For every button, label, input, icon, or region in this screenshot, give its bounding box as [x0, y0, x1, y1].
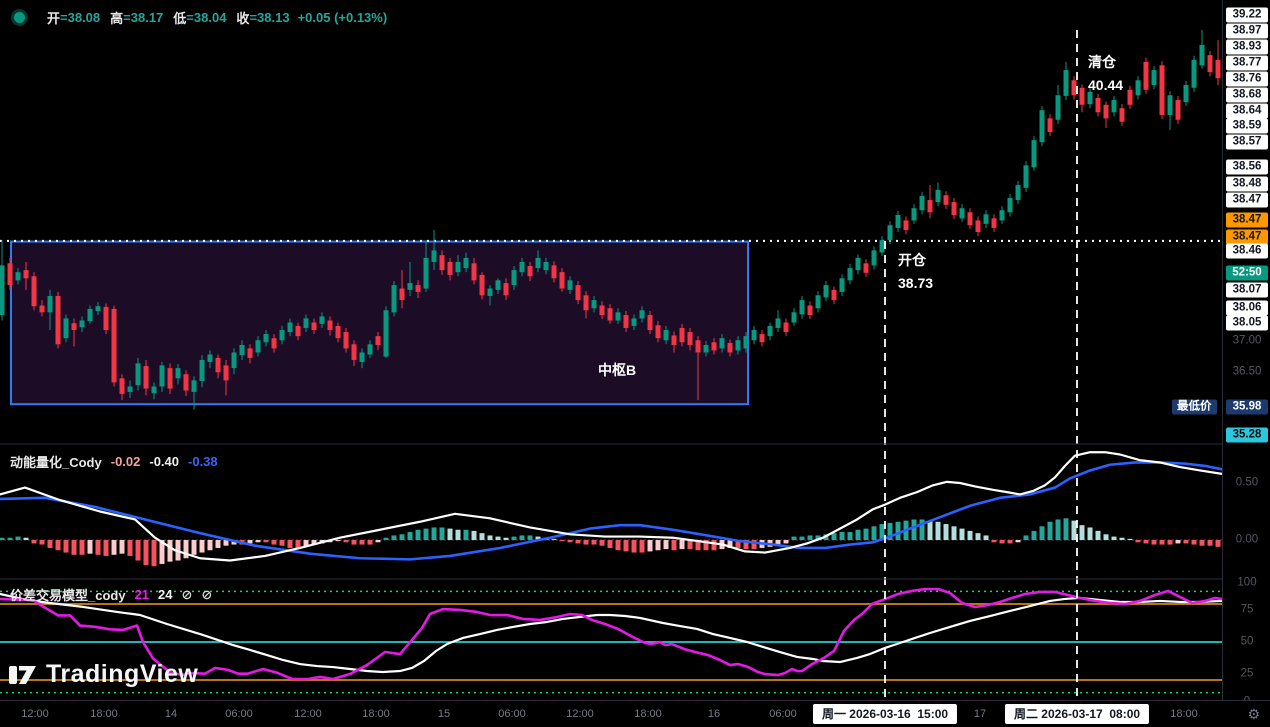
exit-label: 清仓 — [1088, 55, 1123, 69]
price-axis[interactable]: 39.2238.9738.9338.7738.7638.6838.6438.59… — [1222, 0, 1270, 700]
time-tick: 18:00 — [90, 708, 118, 720]
price-axis-label: 38.47 — [1226, 230, 1268, 245]
low-value: =38.04 — [186, 10, 226, 25]
momentum-axis-label: 0.50 — [1226, 476, 1268, 491]
spread-axis-label: 50 — [1226, 635, 1268, 650]
time-tick: 14 — [165, 708, 177, 720]
spread-values: 21 24 ⊘ ⊘ — [135, 587, 213, 603]
spread-pane-title: 价差交易模型_cody 21 24 ⊘ ⊘ — [10, 585, 212, 604]
price-axis-label: 38.48 — [1226, 177, 1268, 192]
momentum-title-text: 动能量化_Cody — [10, 452, 102, 471]
open-label: 开 — [47, 8, 60, 27]
lowest-price-tag: 最低价 — [1172, 400, 1217, 415]
low-label: 低 — [173, 8, 186, 27]
price-axis-label: 38.76 — [1226, 72, 1268, 87]
price-axis-label: 38.05 — [1226, 316, 1268, 331]
entry-label: 开仓 — [898, 253, 933, 267]
close-label: 收 — [236, 8, 249, 27]
price-axis-label: 38.47 — [1226, 213, 1268, 228]
time-tick: 18:00 — [1170, 708, 1198, 720]
momentum-axis-label: 0.00 — [1226, 533, 1268, 548]
time-tick: 12:00 — [294, 708, 322, 720]
exit-price: 40.44 — [1088, 78, 1123, 92]
price-axis-label: 38.56 — [1226, 160, 1268, 175]
open-value: =38.08 — [60, 10, 100, 25]
price-axis-label: 38.59 — [1226, 119, 1268, 134]
tradingview-watermark[interactable]: TradingView — [8, 660, 198, 689]
price-axis-label: 38.97 — [1226, 24, 1268, 39]
time-tick: 12:00 — [566, 708, 594, 720]
price-axis-label: 37.00 — [1226, 334, 1268, 349]
high-value: =38.17 — [123, 10, 163, 25]
spread-axis-label: 75 — [1226, 603, 1268, 618]
price-axis-label: 38.68 — [1226, 88, 1268, 103]
time-tick: 12:00 — [21, 708, 49, 720]
session-date-label: 周二 2026-03-17 08:00 — [1005, 704, 1149, 724]
momentum-pane-title: 动能量化_Cody -0.02 -0.40 -0.38 — [10, 452, 218, 471]
price-axis-label: 38.06 — [1226, 301, 1268, 316]
session-date-label: 周一 2026-03-16 15:00 — [813, 704, 957, 724]
price-axis-label: 38.64 — [1226, 104, 1268, 119]
price-axis-label: 38.46 — [1226, 244, 1268, 259]
time-tick: 06:00 — [225, 708, 253, 720]
price-axis-label: 52:50 — [1226, 266, 1268, 281]
entry-annotation: 开仓 38.73 — [898, 253, 933, 290]
series-marker-icon — [14, 12, 25, 23]
time-tick: 17 — [974, 708, 986, 720]
price-axis-label: 38.93 — [1226, 40, 1268, 55]
spread-axis-label: 100 — [1226, 576, 1268, 591]
price-axis-label: 38.57 — [1226, 135, 1268, 150]
momentum-value: -0.02 — [111, 454, 141, 469]
spread-value: 24 — [158, 587, 172, 603]
entry-price: 38.73 — [898, 276, 933, 290]
time-tick: 06:00 — [498, 708, 526, 720]
spread-value: ⊘ — [182, 587, 193, 603]
exit-annotation: 清仓 40.44 — [1088, 55, 1123, 92]
price-axis-label: 38.07 — [1226, 283, 1268, 298]
time-tick: 18:00 — [634, 708, 662, 720]
price-axis-label: 36.50 — [1226, 365, 1268, 380]
price-axis-label: 35.98 — [1226, 400, 1268, 415]
time-tick: 16 — [708, 708, 720, 720]
trading-chart-window: 开=38.08 高=38.17 低=38.04 收=38.13 +0.05 (+… — [0, 0, 1270, 727]
close-value: =38.13 — [249, 10, 289, 25]
price-axis-label: 35.28 — [1226, 428, 1268, 443]
high-label: 高 — [110, 8, 123, 27]
price-axis-label: 39.22 — [1226, 8, 1268, 23]
pivot-box-label: 中枢B — [598, 360, 636, 380]
price-axis-label: 38.47 — [1226, 193, 1268, 208]
momentum-values: -0.02 -0.40 -0.38 — [111, 454, 218, 469]
spread-value: ⊘ — [201, 587, 212, 603]
time-axis[interactable]: ⚙ 12:00 18:00 14 06:00 12:00 18:00 15 06:00 12:0… — [0, 700, 1270, 727]
time-tick: 18:00 — [362, 708, 390, 720]
change-value: +0.05 (+0.13%) — [298, 10, 388, 25]
tradingview-brand-text: TradingView — [46, 660, 198, 689]
spread-title-text: 价差交易模型_cody — [10, 585, 126, 604]
price-axis-label: 38.77 — [1226, 56, 1268, 71]
time-tick: 06:00 — [769, 708, 797, 720]
momentum-value: -0.40 — [149, 454, 179, 469]
tradingview-logo-icon — [8, 661, 38, 689]
time-tick: 15 — [438, 708, 450, 720]
spread-axis-label: 25 — [1226, 667, 1268, 682]
spread-value: 21 — [135, 587, 149, 603]
gear-icon[interactable]: ⚙ — [1247, 706, 1260, 723]
momentum-value: -0.38 — [188, 454, 218, 469]
ohlc-legend: 开=38.08 高=38.17 低=38.04 收=38.13 +0.05 (+… — [10, 8, 387, 26]
